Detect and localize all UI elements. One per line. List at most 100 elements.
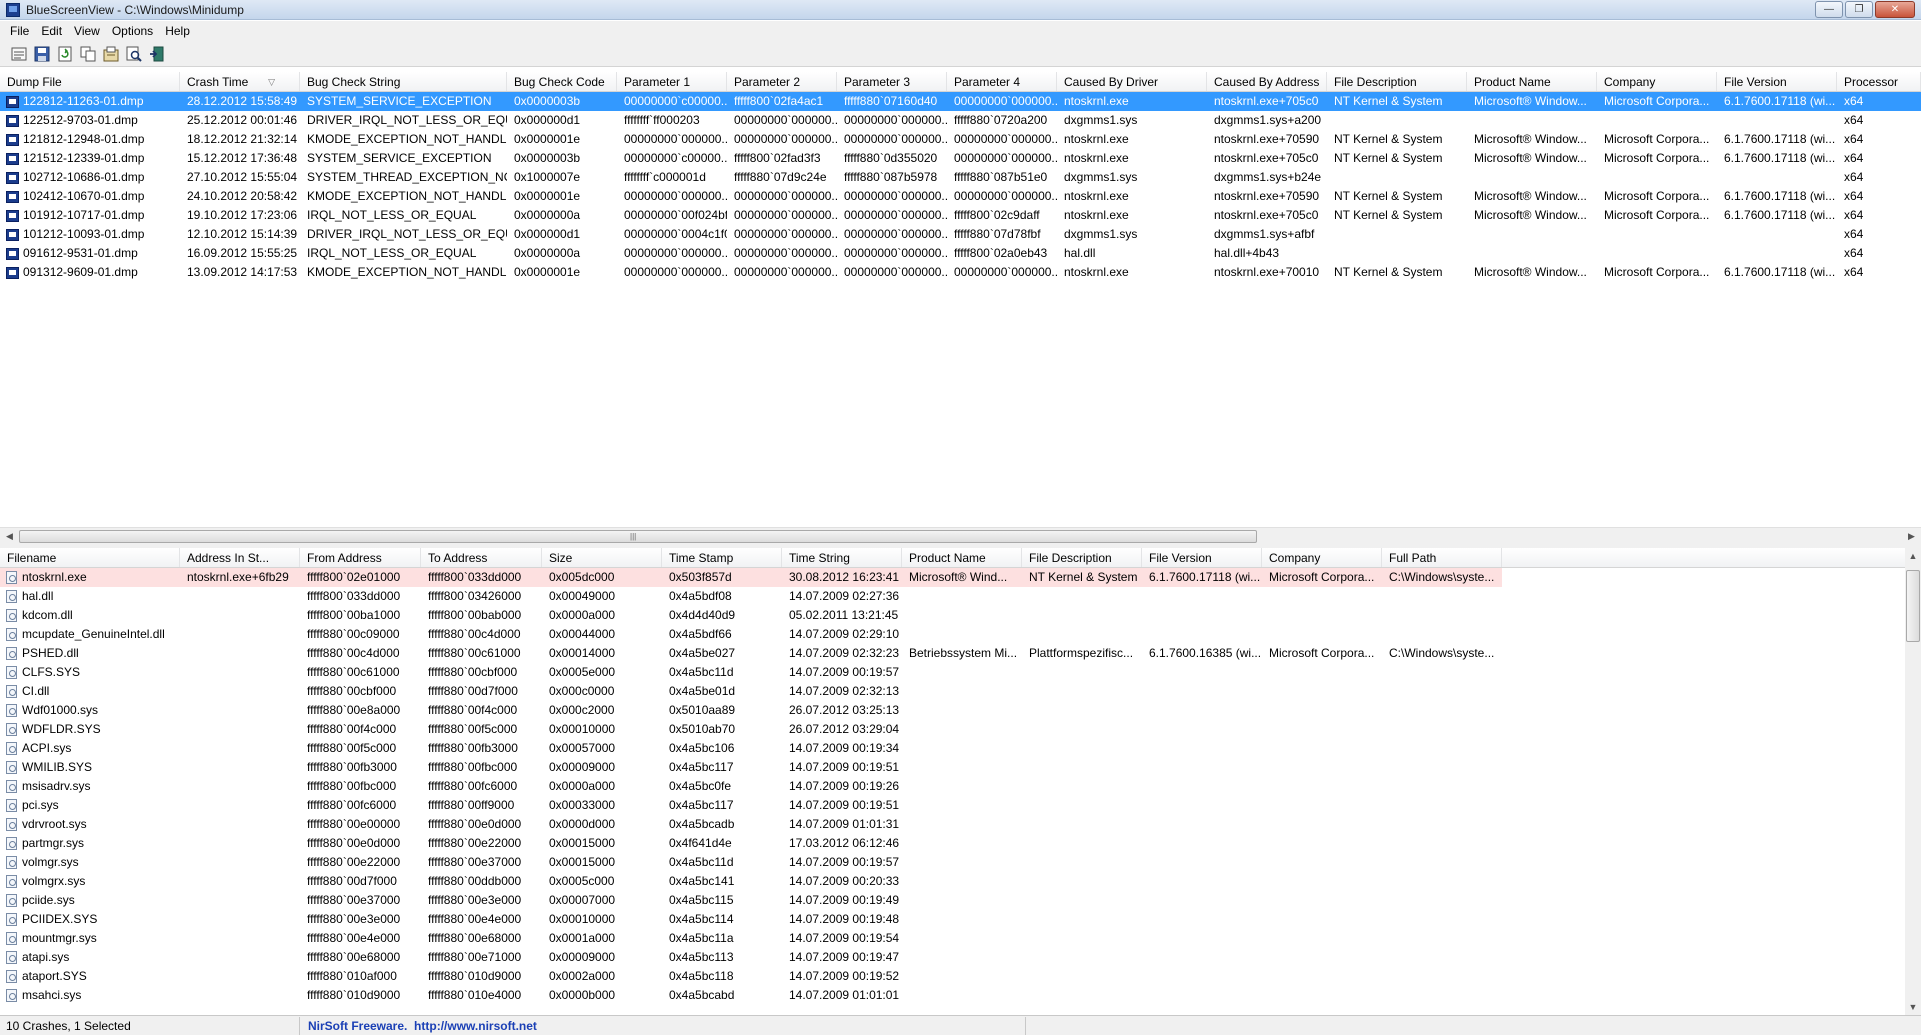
column-header-company[interactable]: Company	[1597, 72, 1717, 91]
crash-list-hscroll-thumb[interactable]: |||	[19, 530, 1257, 543]
menu-view[interactable]: View	[68, 24, 106, 38]
column-header-caused-by-address[interactable]: Caused By Address	[1207, 72, 1327, 91]
scroll-left-icon[interactable]: ◀	[2, 530, 17, 543]
menu-file[interactable]: File	[4, 24, 35, 38]
driver-list-vscrollbar[interactable]: ▲ ▼	[1905, 548, 1921, 1015]
column-header-bug-check-code[interactable]: Bug Check Code	[507, 72, 617, 91]
crash-row[interactable]: 102712-10686-01.dmp 27.10.2012 15:55:04 SY…	[0, 168, 1921, 187]
scroll-right-icon[interactable]: ▶	[1904, 530, 1919, 543]
crash-list-hscrollbar[interactable]: ◀ ||| ▶	[0, 527, 1921, 544]
driver-list-vscroll-thumb[interactable]	[1906, 570, 1920, 642]
crash-row[interactable]: 121812-12948-01.dmp 18.12.2012 21:32:14 KM…	[0, 130, 1921, 149]
menu-options[interactable]: Options	[106, 24, 159, 38]
menu-edit[interactable]: Edit	[35, 24, 68, 38]
column-header-caused-by-driver[interactable]: Caused By Driver	[1057, 72, 1207, 91]
driver-row[interactable]: mountmgr.sys fffff880`00e4e000 fffff880`00…	[0, 929, 1905, 948]
driver-row[interactable]: mcupdate_GenuineIntel.dll fffff880`00c090…	[0, 625, 1905, 644]
scroll-down-icon[interactable]: ▼	[1905, 999, 1921, 1015]
column-header-full-path[interactable]: Full Path	[1382, 548, 1502, 567]
driver-row[interactable]: volmgrx.sys fffff880`00d7f000 fffff880`00d…	[0, 872, 1905, 891]
driver-row[interactable]: partmgr.sys fffff880`00e0d000 fffff880`00e…	[0, 834, 1905, 853]
cell-from-address: fffff880`00d7f000	[307, 874, 397, 888]
cell-caused-by-address: dxgmms1.sys+afbf	[1214, 227, 1315, 241]
driver-row[interactable]: kdcom.dll fffff800`00ba1000 fffff800`00bab…	[0, 606, 1905, 625]
driver-file-icon	[6, 818, 17, 831]
crash-row[interactable]: 101912-10717-01.dmp 19.10.2012 17:23:06 IR…	[0, 206, 1921, 225]
column-header-file-description[interactable]: File Description	[1327, 72, 1467, 91]
driver-row[interactable]: CLFS.SYS fffff880`00c61000 fffff880`00cbf0…	[0, 663, 1905, 682]
cell-file-version	[1142, 739, 1262, 758]
crash-row[interactable]: 102412-10670-01.dmp 24.10.2012 20:58:42 KM…	[0, 187, 1921, 206]
column-header-company[interactable]: Company	[1262, 548, 1382, 567]
driver-row[interactable]: msisadrv.sys fffff880`00fbc000 fffff880`00…	[0, 777, 1905, 796]
driver-row[interactable]: PCIIDEX.SYS fffff880`00e3e000 fffff880`00e…	[0, 910, 1905, 929]
crash-row[interactable]: 091612-9531-01.dmp 16.09.2012 15:55:25 IRQ…	[0, 244, 1921, 263]
driver-row[interactable]: pci.sys fffff880`00fc6000 fffff880`00ff900…	[0, 796, 1905, 815]
column-header-size[interactable]: Size	[542, 548, 662, 567]
column-header-file-version[interactable]: File Version	[1142, 548, 1262, 567]
column-header-filename[interactable]: Filename	[0, 548, 180, 567]
driver-row[interactable]: hal.dll fffff800`033dd000 fffff800`0342600…	[0, 587, 1905, 606]
crash-list[interactable]: Dump File Crash Time ▽ Bug Check String Bug …	[0, 72, 1921, 527]
driver-row[interactable]: vdrvroot.sys fffff880`00e00000 fffff880`00…	[0, 815, 1905, 834]
driver-list[interactable]: Filename Address In St... From Address To A…	[0, 548, 1905, 1015]
driver-row[interactable]: Wdf01000.sys fffff880`00e8a000 fffff880`00…	[0, 701, 1905, 720]
column-header-bug-check-string[interactable]: Bug Check String	[300, 72, 507, 91]
copy-button[interactable]	[79, 45, 97, 63]
nirsoft-link[interactable]: http://www.nirsoft.net	[414, 1019, 537, 1033]
column-header-time-string[interactable]: Time String	[782, 548, 902, 567]
column-header-product-name[interactable]: Product Name	[1467, 72, 1597, 91]
exit-button[interactable]	[148, 45, 166, 63]
refresh-button[interactable]	[56, 45, 74, 63]
cell-from-address: fffff880`00e3e000	[307, 912, 401, 926]
column-header-file-version[interactable]: File Version	[1717, 72, 1837, 91]
driver-row[interactable]: atapi.sys fffff880`00e68000 fffff880`00e71…	[0, 948, 1905, 967]
cell-crash-time: 19.10.2012 17:23:06	[187, 208, 298, 222]
crash-row[interactable]: 091312-9609-01.dmp 13.09.2012 14:17:53 KMO…	[0, 263, 1921, 282]
save-selected-button[interactable]	[33, 45, 51, 63]
crash-row[interactable]: 122812-11263-01.dmp 28.12.2012 15:58:49 SY…	[0, 92, 1921, 111]
driver-row[interactable]: ntoskrnl.exe ntoskrnl.exe+6fb29 fffff800`0…	[0, 568, 1905, 587]
cell-caused-by-address: ntoskrnl.exe+70590	[1214, 189, 1320, 203]
scroll-up-icon[interactable]: ▲	[1905, 548, 1921, 564]
cell-parameter-2: 00000000`000000...	[734, 113, 837, 127]
find-button[interactable]	[125, 45, 143, 63]
column-header-parameter-1[interactable]: Parameter 1	[617, 72, 727, 91]
save-list-button[interactable]	[10, 45, 28, 63]
column-header-parameter-4[interactable]: Parameter 4	[947, 72, 1057, 91]
driver-row[interactable]: CI.dll fffff880`00cbf000 fffff880`00d7f000…	[0, 682, 1905, 701]
column-header-parameter-2[interactable]: Parameter 2	[727, 72, 837, 91]
column-header-crash-time[interactable]: Crash Time ▽	[180, 72, 300, 91]
driver-row[interactable]: WDFLDR.SYS fffff880`00f4c000 fffff880`00f5…	[0, 720, 1905, 739]
cell-bug-check-code: 0x0000001e	[514, 132, 581, 146]
column-header-address-in-st[interactable]: Address In St...	[180, 548, 300, 567]
driver-row[interactable]: ACPI.sys fffff880`00f5c000 fffff880`00fb30…	[0, 739, 1905, 758]
column-header-from-address[interactable]: From Address	[300, 548, 421, 567]
column-header-parameter-3[interactable]: Parameter 3	[837, 72, 947, 91]
crash-row[interactable]: 121512-12339-01.dmp 15.12.2012 17:36:48 SY…	[0, 149, 1921, 168]
driver-row[interactable]: WMILIB.SYS fffff880`00fb3000 fffff880`00fb…	[0, 758, 1905, 777]
minimize-button[interactable]: —	[1815, 1, 1843, 18]
driver-row[interactable]: PSHED.dll fffff880`00c4d000 fffff880`00c61…	[0, 644, 1905, 663]
column-header-product-name[interactable]: Product Name	[902, 548, 1022, 567]
crash-row[interactable]: 101212-10093-01.dmp 12.10.2012 15:14:39 DR…	[0, 225, 1921, 244]
cell-caused-by-driver: ntoskrnl.exe	[1064, 189, 1129, 203]
driver-row[interactable]: pciide.sys fffff880`00e37000 fffff880`00e3…	[0, 891, 1905, 910]
crash-row[interactable]: 122512-9703-01.dmp 25.12.2012 00:01:46 DRI…	[0, 111, 1921, 130]
column-header-file-description[interactable]: File Description	[1022, 548, 1142, 567]
driver-row[interactable]: msahci.sys fffff880`010d9000 fffff880`010e…	[0, 986, 1905, 1005]
cell-bug-check-code: 0x0000001e	[514, 265, 581, 279]
column-header-to-address[interactable]: To Address	[421, 548, 542, 567]
cell-parameter-2: 00000000`000000...	[734, 189, 837, 203]
driver-row[interactable]: ataport.SYS fffff880`010af000 fffff880`010…	[0, 967, 1905, 986]
close-button[interactable]: ✕	[1875, 1, 1915, 18]
cell-file-version	[1142, 720, 1262, 739]
menu-help[interactable]: Help	[159, 24, 196, 38]
restore-button[interactable]: ❐	[1845, 1, 1873, 18]
cell-company	[1262, 834, 1382, 853]
properties-button[interactable]	[102, 45, 120, 63]
driver-row[interactable]: volmgr.sys fffff880`00e22000 fffff880`00e3…	[0, 853, 1905, 872]
column-header-processor[interactable]: Processor	[1837, 72, 1921, 91]
column-header-dump-file[interactable]: Dump File	[0, 72, 180, 91]
column-header-time-stamp[interactable]: Time Stamp	[662, 548, 782, 567]
